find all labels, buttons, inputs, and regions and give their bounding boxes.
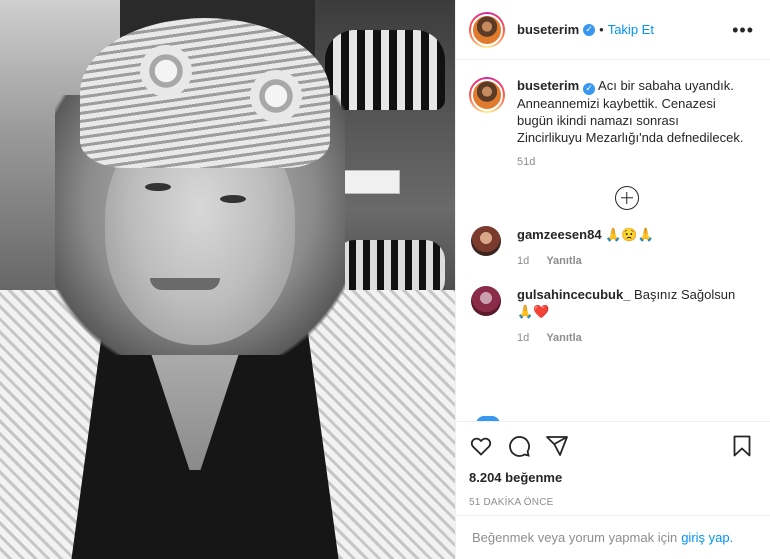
login-prompt-bar: Beğenmek veya yorum yapmak için giriş ya… <box>456 515 770 559</box>
share-icon[interactable] <box>545 434 569 458</box>
likes-count[interactable]: 8.204 beğenme <box>469 470 754 485</box>
author-avatar[interactable] <box>469 11 505 48</box>
comment-text: 🙏😟🙏 <box>605 226 654 242</box>
photo-hat-flower-left <box>140 45 192 97</box>
login-link[interactable]: giriş yap. <box>681 530 733 545</box>
login-prompt-text: Beğenmek veya yorum yapmak için <box>472 530 678 545</box>
reply-button[interactable]: Yanıtla <box>546 255 581 267</box>
instagram-post: buseterim ✓ • Takip Et ••• buseterim ✓ Ac… <box>0 0 770 559</box>
follow-button[interactable]: Takip Et <box>608 22 654 37</box>
comment-item: gamzeesen84 🙏😟🙏 1d Yanıtla <box>469 225 754 270</box>
post-photo[interactable] <box>0 0 455 559</box>
post-side-panel: buseterim ✓ • Takip Et ••• buseterim ✓ Ac… <box>455 0 770 559</box>
more-options-icon[interactable]: ••• <box>732 21 754 39</box>
heart-icon[interactable] <box>469 434 493 458</box>
plus-circle-icon[interactable] <box>614 185 639 210</box>
bookmark-icon[interactable] <box>730 434 754 458</box>
post-timestamp: 51 DAKİKA ÖNCE <box>469 497 554 508</box>
commenter-username[interactable]: gamzeesen84 <box>517 227 602 242</box>
reply-button[interactable]: Yanıtla <box>546 332 581 344</box>
comment-icon[interactable] <box>507 434 531 458</box>
comment-item: gulsahincecubuk_ Başınız Sağolsun 🙏❤️ 1d… <box>469 285 754 347</box>
commenter-avatar[interactable] <box>471 225 501 256</box>
post-header: buseterim ✓ • Takip Et ••• <box>456 0 770 60</box>
commenter-username[interactable]: gulsahincecubuk_ <box>517 287 630 302</box>
caption-age[interactable]: 51d <box>517 154 747 171</box>
commenter-avatar[interactable] <box>471 285 501 316</box>
caption-username[interactable]: buseterim <box>517 78 579 93</box>
comment-age[interactable]: 1d <box>517 255 529 267</box>
comment-age[interactable]: 1d <box>517 332 529 344</box>
photo-eye-right <box>220 195 246 203</box>
photo-eye-left <box>145 183 171 191</box>
comments-section[interactable]: buseterim ✓ Acı bir sabaha uyandık. Annea… <box>456 61 770 421</box>
post-actions: 8.204 beğenme 51 DAKİKA ÖNCE <box>456 421 770 508</box>
author-username[interactable]: buseterim <box>517 22 579 37</box>
post-caption: buseterim ✓ Acı bir sabaha uyandık. Annea… <box>469 77 754 171</box>
caption-verified-badge-icon: ✓ <box>583 82 596 95</box>
photo-price-tag <box>340 170 400 194</box>
photo-mouth <box>150 278 220 290</box>
load-more-comments[interactable] <box>469 185 754 210</box>
caption-avatar[interactable] <box>469 77 505 113</box>
verified-badge-icon: ✓ <box>583 23 596 36</box>
photo-hat-flower-right <box>250 70 302 122</box>
header-separator: • <box>599 22 604 37</box>
